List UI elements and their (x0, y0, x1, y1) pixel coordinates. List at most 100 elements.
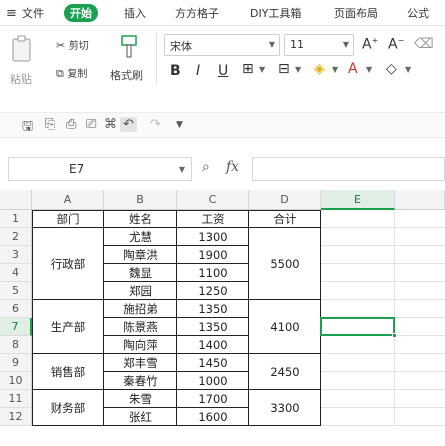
name-cell[interactable]: 陶章洪 (104, 246, 177, 264)
table-border (104, 371, 249, 372)
menu-insert[interactable]: 插入 (124, 5, 146, 21)
export-icon[interactable]: ⎘ (45, 117, 55, 132)
chevron-down-icon[interactable]: ▼ (176, 120, 183, 130)
name-cell[interactable]: 张红 (104, 408, 177, 426)
chevron-down-icon[interactable]: ▼ (259, 65, 265, 74)
salary-cell[interactable]: 1450 (177, 354, 249, 372)
format-painter-icon[interactable] (118, 34, 140, 60)
font-grow-icon[interactable]: A+ (362, 36, 378, 53)
menu-layout[interactable]: 页面布局 (334, 5, 378, 21)
column-header-b[interactable]: B (104, 190, 177, 210)
total-cell[interactable]: 2450 (249, 354, 321, 390)
row-header-2[interactable]: 2 (0, 228, 32, 246)
row-header-9[interactable]: 9 (0, 354, 32, 372)
row-header-6[interactable]: 6 (0, 300, 32, 318)
menu-grid[interactable]: 方方格子 (175, 5, 219, 21)
undo-icon[interactable]: ↶ (120, 117, 137, 132)
font-size-select[interactable]: 11 ▼ (284, 34, 354, 56)
column-header-e[interactable]: E (321, 190, 395, 210)
fill-handle[interactable] (392, 333, 397, 338)
cut-button[interactable]: ✂ 剪切 (56, 37, 89, 52)
row-header-11[interactable]: 11 (0, 390, 32, 408)
name-cell[interactable]: 陈景燕 (104, 318, 177, 336)
dept-cell[interactable]: 销售部 (32, 354, 104, 390)
row-header-7[interactable]: 7 (0, 318, 32, 336)
zoom-search-icon[interactable]: ⌕ (202, 159, 210, 175)
menu-diy[interactable]: DIY工具箱 (250, 5, 301, 21)
clear-format-icon[interactable]: ⌫ (414, 36, 434, 52)
salary-cell[interactable]: 1350 (177, 318, 249, 336)
print-preview-icon[interactable]: ⎚ (86, 117, 96, 132)
salary-cell[interactable]: 1350 (177, 300, 249, 318)
row-header-10[interactable]: 10 (0, 372, 32, 390)
name-cell[interactable]: 郑丰雪 (104, 354, 177, 372)
row-header-3[interactable]: 3 (0, 246, 32, 264)
header-salary-cell[interactable]: 工资 (177, 210, 249, 228)
header-name-cell[interactable]: 姓名 (104, 210, 177, 228)
header-dept-cell[interactable]: 部门 (32, 210, 104, 228)
chevron-down-icon[interactable]: ▼ (405, 65, 411, 74)
name-box[interactable]: E7 ▼ (8, 157, 192, 181)
chevron-down-icon[interactable]: ▼ (366, 65, 372, 74)
format-painter-button[interactable]: 格式刷 (110, 67, 143, 83)
name-cell[interactable]: 陶向萍 (104, 336, 177, 354)
column-header-c[interactable]: C (177, 190, 249, 210)
menu-home[interactable]: 开始 (64, 4, 98, 22)
chevron-down-icon[interactable]: ▼ (295, 65, 301, 74)
salary-cell[interactable]: 1700 (177, 390, 249, 408)
paste-icon[interactable] (10, 35, 34, 65)
row-header-5[interactable]: 5 (0, 282, 32, 300)
formula-input[interactable] (252, 157, 445, 181)
salary-cell[interactable]: 1400 (177, 336, 249, 354)
row-header-12[interactable]: 12 (0, 408, 32, 426)
font-name-select[interactable]: 宋体 ▼ (164, 34, 280, 56)
save-icon[interactable]: 🖫 (22, 117, 33, 139)
header-total-cell[interactable]: 合计 (249, 210, 321, 228)
format-icon[interactable]: ⌘ (104, 117, 117, 132)
copy-button[interactable]: ⧉ 复制 (56, 65, 87, 81)
merge-cells-icon[interactable]: ⊟ (278, 61, 290, 77)
border-icon[interactable]: ⊞ (242, 61, 254, 77)
menu-formula[interactable]: 公式 (407, 5, 429, 21)
underline-icon[interactable]: U (218, 63, 228, 79)
row-header-1[interactable]: 1 (0, 210, 32, 228)
total-cell[interactable]: 3300 (249, 390, 321, 426)
column-header-empty (395, 190, 445, 210)
paste-button[interactable]: 粘贴 (10, 71, 32, 87)
font-shrink-icon[interactable]: A− (388, 36, 404, 53)
bold-icon[interactable]: B (170, 63, 181, 79)
column-header-a[interactable]: A (32, 190, 104, 210)
italic-icon[interactable]: I (196, 63, 200, 79)
name-cell[interactable]: 郑园 (104, 282, 177, 300)
total-cell[interactable]: 5500 (249, 228, 321, 300)
salary-cell[interactable]: 1300 (177, 228, 249, 246)
dept-cell[interactable]: 生产部 (32, 300, 104, 354)
salary-cell[interactable]: 1250 (177, 282, 249, 300)
name-cell[interactable]: 尤慧 (104, 228, 177, 246)
insert-function-button[interactable]: fx (226, 159, 239, 175)
menu-file[interactable]: 文件 (22, 5, 44, 21)
fill-color-icon[interactable]: ◈ (314, 61, 325, 77)
row-header-8[interactable]: 8 (0, 336, 32, 354)
salary-cell[interactable]: 1100 (177, 264, 249, 282)
salary-cell[interactable]: 1900 (177, 246, 249, 264)
row-header-4[interactable]: 4 (0, 264, 32, 282)
salary-cell[interactable]: 1600 (177, 408, 249, 426)
name-cell[interactable]: 魏显 (104, 264, 177, 282)
active-cell-e7[interactable] (320, 317, 395, 336)
salary-cell[interactable]: 1000 (177, 372, 249, 390)
dept-cell[interactable]: 行政部 (32, 228, 104, 300)
dept-cell[interactable]: 财务部 (32, 390, 104, 426)
column-header-d[interactable]: D (249, 190, 321, 210)
chevron-down-icon[interactable]: ▼ (332, 65, 338, 74)
total-cell[interactable]: 4100 (249, 300, 321, 354)
font-color-icon[interactable]: A (348, 61, 358, 77)
menu-icon[interactable]: ≡ (6, 6, 17, 21)
name-cell[interactable]: 秦春竹 (104, 372, 177, 390)
redo-icon[interactable]: ↷ (150, 117, 161, 132)
print-icon[interactable]: ⎙ (66, 117, 76, 132)
select-all-corner[interactable] (0, 190, 32, 210)
name-cell[interactable]: 朱雪 (104, 390, 177, 408)
name-cell[interactable]: 施招弟 (104, 300, 177, 318)
eraser-icon[interactable]: ◇ (386, 61, 397, 77)
